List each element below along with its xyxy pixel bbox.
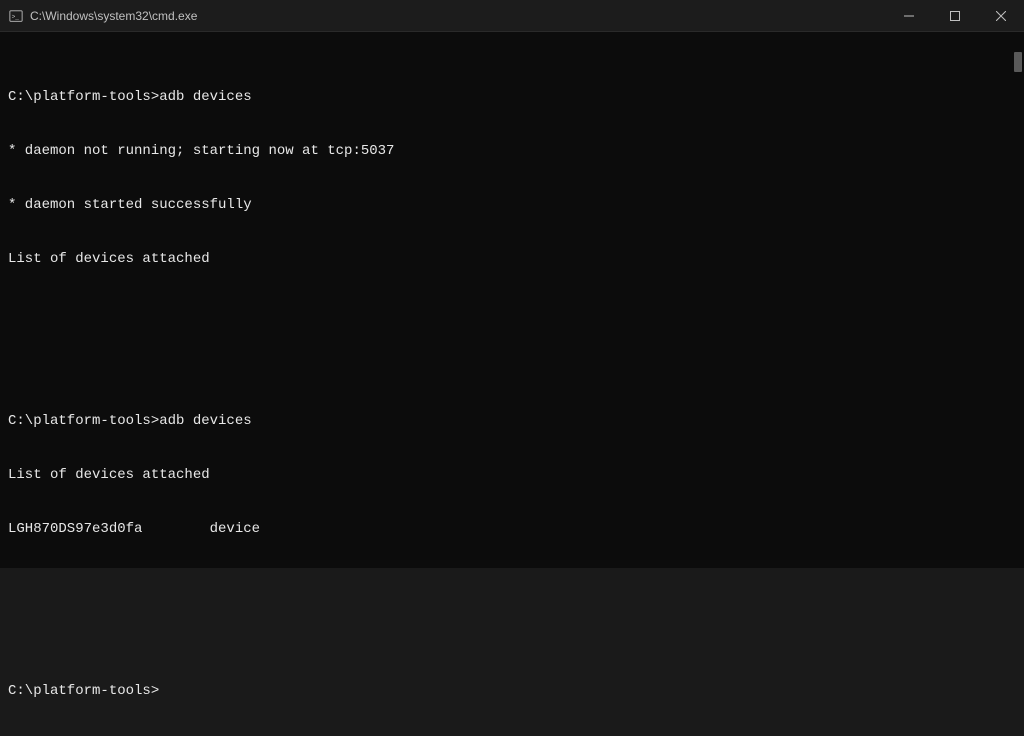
terminal-line: List of devices attached [8,466,1016,484]
terminal-line: LGH870DS97e3d0fa device [8,520,1016,538]
terminal-line [8,304,1016,322]
minimize-button[interactable] [886,0,932,31]
maximize-button[interactable] [932,0,978,31]
cmd-icon: >_ [8,8,24,24]
scrollbar-thumb[interactable] [1014,52,1022,72]
window-controls [886,0,1024,31]
close-button[interactable] [978,0,1024,31]
terminal-line [8,574,1016,592]
terminal-line: C:\platform-tools>adb devices [8,412,1016,430]
terminal-line: List of devices attached [8,250,1016,268]
svg-text:>_: >_ [12,13,20,20]
window-title: C:\Windows\system32\cmd.exe [30,9,197,23]
terminal-line [8,358,1016,376]
titlebar: >_ C:\Windows\system32\cmd.exe [0,0,1024,32]
terminal-line: C:\platform-tools> [8,682,1016,700]
terminal-line: C:\platform-tools>adb devices [8,88,1016,106]
terminal-line [8,628,1016,646]
terminal-line: * daemon not running; starting now at tc… [8,142,1016,160]
terminal-line: * daemon started successfully [8,196,1016,214]
terminal-output[interactable]: C:\platform-tools>adb devices * daemon n… [0,32,1024,568]
